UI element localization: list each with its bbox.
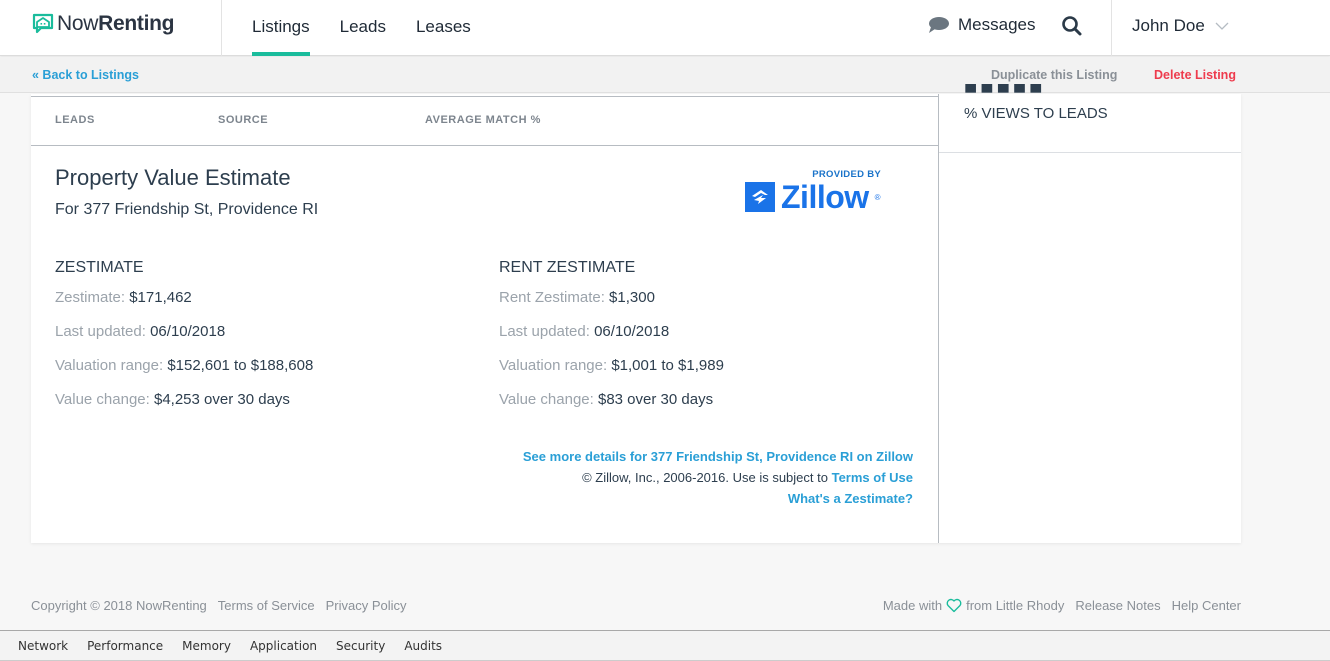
- rent-zestimate-row: Value change: $83 over 30 days: [499, 391, 724, 425]
- column-header-leads[interactable]: LEADS: [55, 114, 95, 126]
- heart-icon: [946, 598, 962, 613]
- zillow-wordmark: Zillow: [781, 179, 869, 215]
- listing-action-bar: « Back to Listings Duplicate this Listin…: [0, 57, 1330, 93]
- rent-zestimate-row: Valuation range: $1,001 to $1,989: [499, 357, 724, 391]
- chat-bubble-icon: [929, 17, 949, 33]
- stats-sidebar: ■■■■■ % VIEWS TO LEADS: [939, 84, 1241, 543]
- column-header-average-match[interactable]: AVERAGE MATCH %: [425, 114, 541, 126]
- zestimate-row: Value change: $4,253 over 30 days: [55, 391, 313, 425]
- nav-listings[interactable]: Listings: [252, 0, 310, 56]
- row-label: Last updated:: [499, 323, 590, 340]
- user-name: John Doe: [1132, 16, 1205, 35]
- leads-table-header: LEADS SOURCE AVERAGE MATCH %: [31, 96, 939, 146]
- footer-copyright: Copyright © 2018 NowRenting: [31, 598, 207, 613]
- devtools-tab-network[interactable]: Network: [18, 639, 68, 653]
- row-label: Value change:: [499, 391, 594, 408]
- zestimate-row: Valuation range: $152,601 to $188,608: [55, 357, 313, 391]
- footer-left: Copyright © 2018 NowRenting Terms of Ser…: [31, 598, 407, 613]
- terms-of-service-link[interactable]: Terms of Service: [218, 598, 315, 613]
- made-with-text: Made with: [882, 598, 943, 613]
- terms-of-use-link[interactable]: Terms of Use: [832, 470, 913, 485]
- row-value: $83 over 30 days: [597, 391, 714, 408]
- devtools-tab-security[interactable]: Security: [336, 639, 385, 653]
- devtools-tab-audits[interactable]: Audits: [404, 639, 442, 653]
- rent-zestimate-row: Last updated: 06/10/2018: [499, 323, 724, 357]
- devtools-tab-memory[interactable]: Memory: [182, 639, 231, 653]
- rent-zestimate-row: Rent Zestimate: $1,300: [499, 289, 724, 323]
- chevron-down-icon: [1215, 22, 1229, 30]
- row-value: $1,001 to $1,989: [611, 357, 724, 374]
- row-label: Zestimate:: [55, 289, 126, 306]
- top-navbar: NowRenting Listings Leads Leases Message…: [0, 0, 1330, 56]
- zillow-links: See more details for 377 Friendship St, …: [523, 446, 913, 509]
- zillow-attribution: PROVIDED BY Zillow ®: [745, 169, 885, 215]
- main-column: LEADS SOURCE AVERAGE MATCH % Property Va…: [31, 94, 939, 543]
- devtools-tab-application[interactable]: Application: [250, 639, 317, 653]
- row-value: $1,300: [609, 289, 655, 306]
- row-value: 06/10/2018: [150, 323, 226, 340]
- whats-a-zestimate-link[interactable]: What's a Zestimate?: [788, 491, 913, 506]
- help-center-link[interactable]: Help Center: [1172, 598, 1241, 613]
- rent-zestimate-section: RENT ZESTIMATE Rent Zestimate: $1,300 La…: [499, 259, 724, 425]
- back-to-listings-link[interactable]: « Back to Listings: [32, 68, 139, 82]
- row-value: $152,601 to $188,608: [167, 357, 314, 374]
- duplicate-listing-button[interactable]: Duplicate this Listing: [991, 68, 1117, 82]
- column-header-source[interactable]: SOURCE: [218, 114, 268, 126]
- row-label: Valuation range:: [499, 357, 608, 374]
- footer-right: Made with from Little Rhody Release Note…: [883, 598, 1241, 613]
- row-value: 06/10/2018: [594, 323, 670, 340]
- zestimate-row: Zestimate: $171,462: [55, 289, 313, 323]
- zestimate-section: ZESTIMATE Zestimate: $171,462 Last updat…: [55, 259, 313, 425]
- navbar-divider-user: [1111, 0, 1112, 56]
- zestimate-heading: ZESTIMATE: [55, 259, 144, 276]
- search-icon: [1062, 16, 1082, 36]
- from-little-rhody-text: from Little Rhody: [966, 598, 1065, 613]
- rent-zestimate-heading: RENT ZESTIMATE: [499, 259, 636, 276]
- house-chat-icon: [32, 13, 54, 34]
- nowrenting-logo[interactable]: NowRenting: [32, 12, 174, 36]
- nav-leases[interactable]: Leases: [416, 0, 471, 56]
- devtools-tab-bar: Network Performance Memory Application S…: [0, 630, 1330, 661]
- search-button[interactable]: [1061, 15, 1083, 42]
- views-to-leads-label: % VIEWS TO LEADS: [964, 105, 1108, 122]
- messages-label: Messages: [958, 15, 1036, 34]
- zestimate-row: Last updated: 06/10/2018: [55, 323, 313, 357]
- row-label: Last updated:: [55, 323, 146, 340]
- row-label: Rent Zestimate:: [499, 289, 605, 306]
- property-address: For 377 Friendship St, Providence RI: [55, 201, 319, 218]
- zillow-copyright: © Zillow, Inc., 2006-2016. Use is subjec…: [582, 470, 828, 485]
- registered-mark: ®: [874, 192, 881, 202]
- row-label: Valuation range:: [55, 357, 164, 374]
- messages-button[interactable]: Messages: [928, 15, 1035, 35]
- sidebar-divider: [939, 152, 1241, 153]
- navbar-divider: [221, 0, 222, 56]
- zillow-logo[interactable]: Zillow ®: [745, 179, 885, 215]
- stat-value-clipped: ■■■■■: [964, 84, 1045, 96]
- privacy-policy-link[interactable]: Privacy Policy: [326, 598, 407, 613]
- zillow-details-link[interactable]: See more details for 377 Friendship St, …: [523, 449, 913, 464]
- listing-card: LEADS SOURCE AVERAGE MATCH % Property Va…: [31, 84, 1241, 543]
- devtools-tab-performance[interactable]: Performance: [87, 639, 163, 653]
- nav-leads[interactable]: Leads: [340, 0, 386, 56]
- row-value: $171,462: [129, 289, 192, 306]
- delete-listing-button[interactable]: Delete Listing: [1154, 68, 1236, 82]
- logo-text-light: Now: [57, 12, 99, 35]
- release-notes-link[interactable]: Release Notes: [1075, 598, 1160, 613]
- main-nav: Listings Leads Leases: [252, 0, 501, 56]
- zillow-house-icon: [745, 182, 775, 212]
- row-value: $4,253 over 30 days: [153, 391, 290, 408]
- row-label: Value change:: [55, 391, 150, 408]
- logo-text-bold: Renting: [98, 12, 175, 35]
- user-menu[interactable]: John Doe: [1132, 16, 1229, 36]
- property-value-title: Property Value Estimate: [55, 165, 291, 190]
